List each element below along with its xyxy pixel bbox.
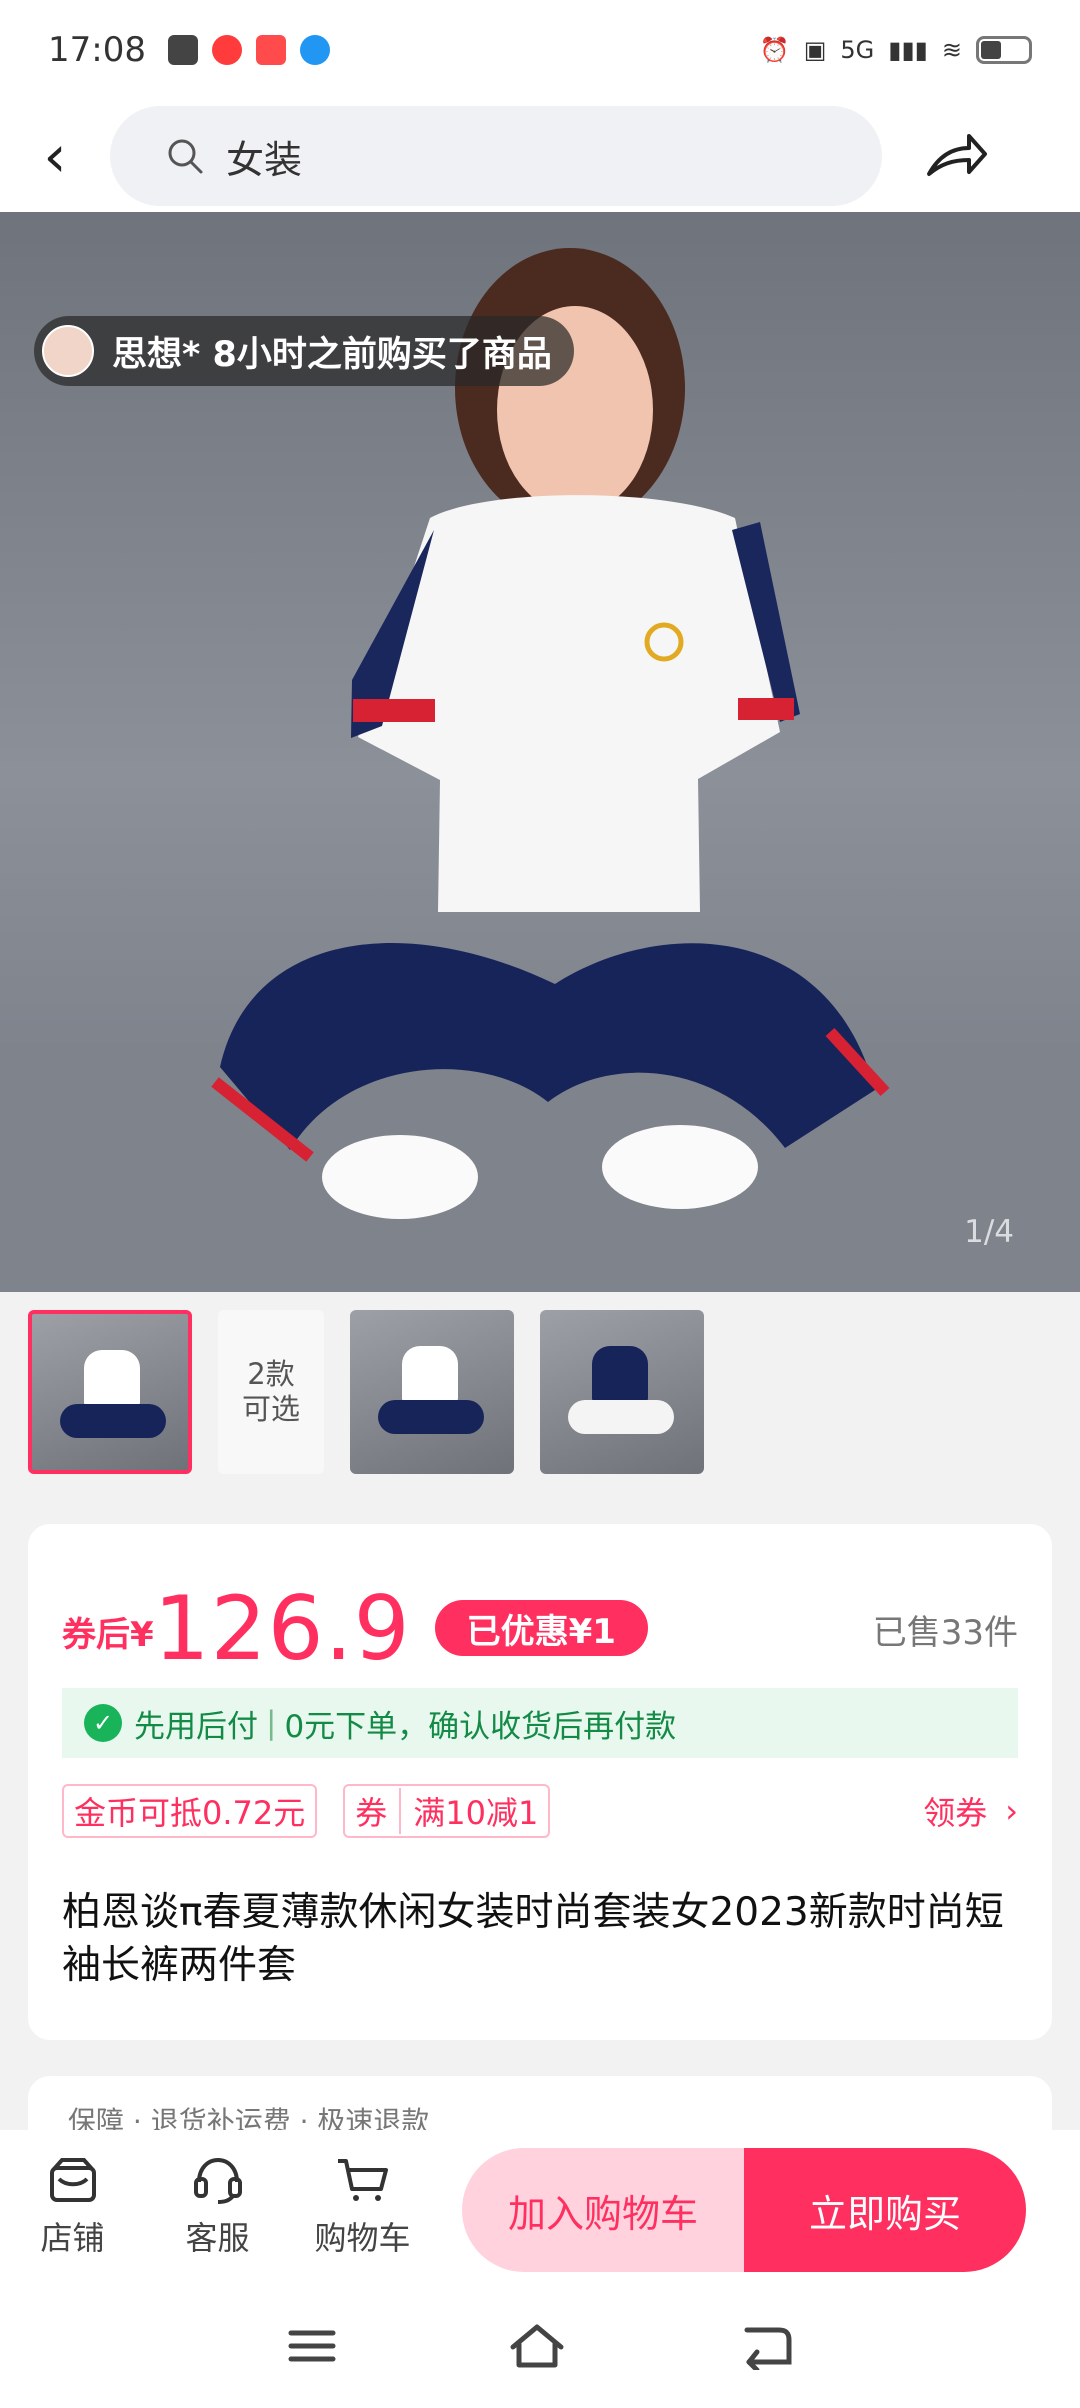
thumbnail-figure-bottom <box>568 1400 674 1434</box>
coupon-text: 满10减1 <box>413 1794 539 1832</box>
image-page-indicator: 1/4 <box>964 1214 1014 1250</box>
menu-icon[interactable] <box>287 2325 337 2367</box>
buy-now-button[interactable]: 立即购买 <box>744 2148 1026 2272</box>
cart-icon <box>337 2159 388 2201</box>
bottom-purchase-bar: 店铺 客服 购物车 加入购物车 立即购买 <box>0 2130 1080 2284</box>
pay-later-label: 先用后付 <box>134 1708 258 1745</box>
promotion-row: 金币可抵0.72元 券 满10减1 领券 › <box>62 1784 1018 1838</box>
add-to-cart-button[interactable]: 加入购物车 <box>462 2148 744 2272</box>
buyer-message: 思想* 8小时之前购买了商品 <box>112 334 552 375</box>
map-app-icon <box>211 35 242 65</box>
network-label: 5G <box>840 36 875 64</box>
search-bar[interactable]: 女装 <box>110 106 882 206</box>
divider: | <box>266 1705 277 1741</box>
chat-app-icon <box>299 35 330 65</box>
cart-label: 购物车 <box>314 2219 411 2257</box>
customer-service-label: 客服 <box>185 2219 250 2257</box>
share-button[interactable] <box>882 100 1032 212</box>
product-price: 126.9 <box>153 1576 411 1680</box>
share-icon <box>927 134 987 176</box>
style-options-text: 2款 可选 <box>241 1356 300 1426</box>
coupon-offer[interactable]: 券 满10减1 <box>343 1784 551 1838</box>
thumbnail-figure-top <box>592 1346 648 1404</box>
system-status-icons: ⏰ ▣ 5G ▮▮▮ ≋ <box>760 36 1032 64</box>
status-time: 17:08 <box>48 30 146 70</box>
thumbnail-figure-top <box>402 1346 458 1404</box>
thumbnail-figure-bottom <box>378 1400 484 1434</box>
store-icon <box>49 2158 96 2202</box>
thumbnail-strip: 2款 可选 <box>0 1292 1080 1492</box>
battery-icon <box>976 36 1032 64</box>
style-options-thumbnail[interactable]: 2款 可选 <box>218 1310 324 1474</box>
product-title: 柏恩谈π春夏薄款休闲女装时尚套装女2023新款时尚短袖长裤两件套 <box>62 1890 1004 1988</box>
pay-later-banner[interactable]: ✓ 先用后付 | 0元下单，确认收货后再付款 <box>62 1688 1018 1758</box>
chevron-left-icon: ‹ <box>43 122 67 190</box>
search-icon <box>168 139 203 174</box>
price-prefix: 券后¥ <box>62 1615 154 1655</box>
coin-offer[interactable]: 金币可抵0.72元 <box>62 1784 318 1838</box>
recent-buyer-notice: 思想* 8小时之前购买了商品 <box>34 316 574 386</box>
thumbnail-figure-top <box>84 1350 140 1408</box>
thumbnail-white-top[interactable] <box>350 1310 514 1474</box>
back-gesture-icon[interactable] <box>737 2322 793 2370</box>
customer-service-button[interactable]: 客服 <box>145 2130 290 2284</box>
search-value: 女装 <box>226 137 303 182</box>
product-image-carousel[interactable]: 思想* 8小时之前购买了商品 1/4 <box>0 212 1080 1292</box>
buyer-avatar <box>42 325 94 377</box>
shopping-app-icon <box>255 35 286 65</box>
back-button[interactable]: ‹ <box>0 100 110 212</box>
discount-badge: 已优惠¥1 <box>434 1600 648 1656</box>
thumbnail-selected[interactable] <box>28 1310 192 1474</box>
product-info-card: 券后¥ 126.9 已优惠¥1 已售33件 ✓ 先用后付 | 0元下单，确认收货… <box>28 1524 1052 2040</box>
store-label: 店铺 <box>40 2219 105 2257</box>
check-icon: ✓ <box>84 1704 122 1742</box>
thumbnail-figure-bottom <box>60 1404 166 1438</box>
status-bar: 17:08 ⏰ ▣ 5G ▮▮▮ ≋ <box>0 0 1080 100</box>
price-row: 券后¥ 126.9 已优惠¥1 已售33件 <box>62 1576 1018 1680</box>
mail-app-icon <box>167 35 198 65</box>
hd-icon: ▣ <box>803 36 827 64</box>
pay-later-text: 0元下单，确认收货后再付款 <box>284 1708 677 1745</box>
claim-coupon-button[interactable]: 领券 › <box>923 1788 1018 1834</box>
coupon-tag: 券 <box>355 1788 402 1834</box>
wifi-icon: ≋ <box>941 36 962 64</box>
android-navigation-bar <box>0 2284 1080 2408</box>
sold-count: 已售33件 <box>872 1613 1018 1653</box>
alarm-icon: ⏰ <box>759 36 790 64</box>
purchase-buttons: 加入购物车 立即购买 <box>462 2148 1026 2272</box>
claim-coupon-label: 领券 <box>923 1794 988 1832</box>
cart-button[interactable]: 购物车 <box>290 2130 435 2284</box>
chevron-right-icon: › <box>1005 1792 1018 1830</box>
signal-icon: ▮▮▮ <box>888 36 928 64</box>
top-navigation: ‹ 女装 <box>0 100 1080 212</box>
store-button[interactable]: 店铺 <box>0 2130 145 2284</box>
headset-icon <box>193 2157 242 2204</box>
notification-icons <box>167 35 330 65</box>
home-icon[interactable] <box>507 2322 567 2370</box>
thumbnail-navy-top[interactable] <box>540 1310 704 1474</box>
